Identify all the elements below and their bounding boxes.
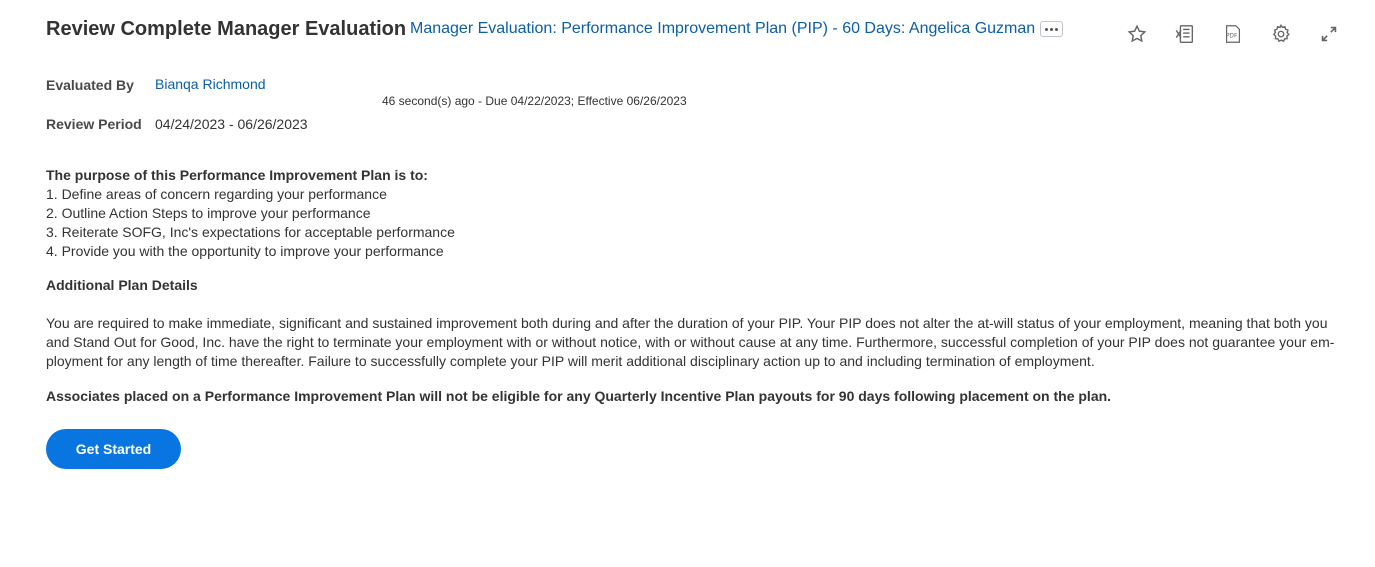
additional-details-heading: Additional Plan Details [46, 277, 198, 293]
purpose-item: 1. Define areas of concern regarding you… [46, 186, 387, 202]
status-timestamp: 46 second(s) ago - Due 04/22/2023; Effec… [382, 94, 687, 108]
purpose-item: 2. Outline Action Steps to improve your … [46, 205, 371, 221]
incentive-note: Associates placed on a Performance Impro… [46, 388, 1112, 404]
fullscreen-icon[interactable] [1317, 22, 1341, 46]
review-period-label: Review Period [46, 116, 142, 132]
instructions-content: The purpose of this Performance Improvem… [46, 166, 1336, 406]
purpose-heading: The purpose of this Performance Improvem… [46, 167, 428, 183]
get-started-button[interactable]: Get Started [46, 429, 181, 469]
star-icon[interactable] [1125, 22, 1149, 46]
evaluated-by-label: Evaluated By [46, 77, 134, 93]
svg-text:PDF: PDF [1226, 33, 1238, 40]
related-actions-button[interactable] [1040, 21, 1063, 37]
purpose-item: 4. Provide you with the opportunity to i… [46, 243, 444, 259]
review-period-value: 04/24/2023 - 06/26/2023 [155, 116, 308, 132]
gear-icon[interactable] [1269, 22, 1293, 46]
excel-export-icon[interactable] [1173, 22, 1197, 46]
evaluation-link[interactable]: Manager Evaluation: Performance Improvem… [410, 20, 1035, 38]
evaluated-by-value[interactable]: Bianqa Richmond [155, 76, 266, 92]
plan-details-paragraph: You are required to make immediate, sign… [46, 315, 1335, 369]
page-title: Review Complete Manager Evaluation [46, 18, 407, 40]
ellipsis-icon [1045, 27, 1048, 31]
pdf-export-icon[interactable]: PDF [1221, 22, 1245, 46]
purpose-item: 3. Reiterate SOFG, Inc's expectations fo… [46, 224, 455, 240]
